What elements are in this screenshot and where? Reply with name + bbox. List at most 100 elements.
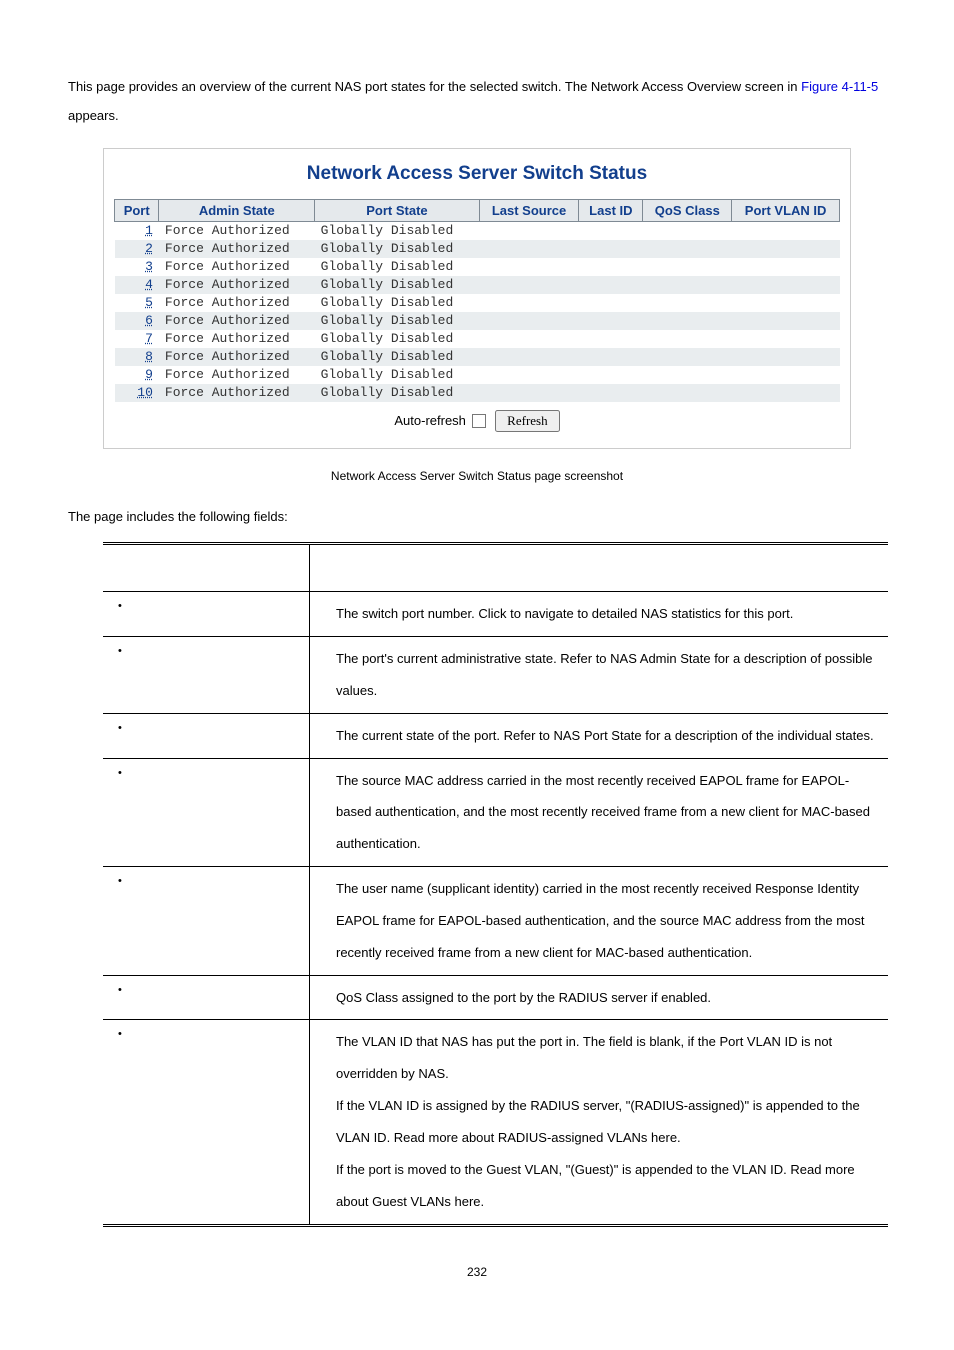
empty-cell <box>579 222 643 241</box>
desc-text-cell: The current state of the port. Refer to … <box>310 713 889 758</box>
empty-cell <box>579 276 643 294</box>
port-link[interactable]: 6 <box>145 313 153 328</box>
desc-label-cell: • <box>103 1020 310 1225</box>
port-link[interactable]: 5 <box>145 295 153 310</box>
empty-cell <box>732 348 840 366</box>
admin-state-cell: Force Authorized <box>159 294 315 312</box>
port-link[interactable]: 3 <box>145 259 153 274</box>
port-cell: 9 <box>115 366 159 384</box>
port-state-cell: Globally Disabled <box>315 240 480 258</box>
empty-cell <box>579 312 643 330</box>
empty-cell <box>579 240 643 258</box>
table-row: •The switch port number. Click to naviga… <box>103 592 888 637</box>
empty-cell <box>479 258 579 276</box>
empty-cell <box>732 258 840 276</box>
table-row: 7Force AuthorizedGlobally Disabled <box>115 330 840 348</box>
empty-cell <box>643 330 732 348</box>
empty-cell <box>732 384 840 402</box>
port-link[interactable]: 7 <box>145 331 153 346</box>
admin-state-cell: Force Authorized <box>159 366 315 384</box>
description-table: •The switch port number. Click to naviga… <box>103 542 888 1226</box>
port-link[interactable]: 1 <box>145 223 153 238</box>
empty-cell <box>579 384 643 402</box>
empty-cell <box>479 294 579 312</box>
desc-text-cell: The source MAC address carried in the mo… <box>310 758 889 867</box>
status-header-cell: Admin State <box>159 200 315 222</box>
port-link[interactable]: 9 <box>145 367 153 382</box>
port-link[interactable]: 2 <box>145 241 153 256</box>
bullet-icon: • <box>118 600 122 612</box>
status-header-cell: Port <box>115 200 159 222</box>
empty-cell <box>579 348 643 366</box>
table-row: • The port's current administrative state… <box>103 637 888 714</box>
empty-cell <box>479 330 579 348</box>
port-state-cell: Globally Disabled <box>315 348 480 366</box>
empty-cell <box>479 348 579 366</box>
table-row: 2 Force AuthorizedGlobally Disabled <box>115 240 840 258</box>
status-header-row: PortAdmin StatePort StateLast SourceLast… <box>115 200 840 222</box>
intro-paragraph: This page provides an overview of the cu… <box>68 73 886 130</box>
desc-header-object <box>103 544 310 592</box>
bullet-icon: • <box>118 875 122 887</box>
table-row: 10 Force AuthorizedGlobally Disabled <box>115 384 840 402</box>
empty-cell <box>732 222 840 241</box>
admin-state-cell: Force Authorized <box>159 384 315 402</box>
empty-cell <box>643 312 732 330</box>
empty-cell <box>643 366 732 384</box>
intro-text-2: appears. <box>68 108 119 123</box>
auto-refresh-label: Auto-refresh <box>394 413 466 428</box>
desc-header-description <box>310 544 889 592</box>
status-header-cell: QoS Class <box>643 200 732 222</box>
empty-cell <box>479 312 579 330</box>
admin-state-cell: Force Authorized <box>159 258 315 276</box>
port-link[interactable]: 4 <box>145 277 153 292</box>
port-state-cell: Globally Disabled <box>315 384 480 402</box>
port-cell: 2 <box>115 240 159 258</box>
page-number: 232 <box>68 1265 886 1279</box>
desc-label-cell: • <box>103 713 310 758</box>
status-header-cell: Port VLAN ID <box>732 200 840 222</box>
empty-cell <box>643 276 732 294</box>
empty-cell <box>643 294 732 312</box>
empty-cell <box>732 240 840 258</box>
empty-cell <box>579 294 643 312</box>
admin-state-cell: Force Authorized <box>159 348 315 366</box>
table-row: 6Force AuthorizedGlobally Disabled <box>115 312 840 330</box>
table-controls: Auto-refresh Refresh <box>114 410 840 432</box>
port-state-cell: Globally Disabled <box>315 222 480 241</box>
table-row: 1Force AuthorizedGlobally Disabled <box>115 222 840 241</box>
desc-label-cell: • <box>103 637 310 714</box>
status-header-cell: Port State <box>315 200 480 222</box>
empty-cell <box>579 258 643 276</box>
port-state-cell: Globally Disabled <box>315 312 480 330</box>
port-state-cell: Globally Disabled <box>315 258 480 276</box>
empty-cell <box>579 366 643 384</box>
port-state-cell: Globally Disabled <box>315 276 480 294</box>
port-cell: 3 <box>115 258 159 276</box>
intro-text: This page provides an overview of the cu… <box>68 79 801 94</box>
port-cell: 4 <box>115 276 159 294</box>
figure-link[interactable]: Figure 4-11-5 <box>801 79 878 94</box>
empty-cell <box>479 366 579 384</box>
desc-label-cell: • <box>103 867 310 976</box>
bullet-icon: • <box>118 984 122 996</box>
table-row: 4Force AuthorizedGlobally Disabled <box>115 276 840 294</box>
bullet-icon: • <box>118 722 122 734</box>
port-cell: 7 <box>115 330 159 348</box>
port-cell: 10 <box>115 384 159 402</box>
table-row: 9Force AuthorizedGlobally Disabled <box>115 366 840 384</box>
fields-intro: The page includes the following fields: <box>68 509 886 524</box>
empty-cell <box>479 222 579 241</box>
port-link[interactable]: 10 <box>137 385 153 400</box>
admin-state-cell: Force Authorized <box>159 240 315 258</box>
empty-cell <box>732 276 840 294</box>
desc-text-cell: The port's current administrative state.… <box>310 637 889 714</box>
desc-text-cell: The user name (supplicant identity) carr… <box>310 867 889 976</box>
port-link[interactable]: 8 <box>145 349 153 364</box>
auto-refresh-checkbox[interactable] <box>472 414 486 428</box>
bullet-icon: • <box>118 645 122 657</box>
empty-cell <box>643 258 732 276</box>
bullet-icon: • <box>118 767 122 779</box>
screenshot-caption: Network Access Server Switch Status page… <box>68 469 886 483</box>
refresh-button[interactable]: Refresh <box>495 410 559 432</box>
